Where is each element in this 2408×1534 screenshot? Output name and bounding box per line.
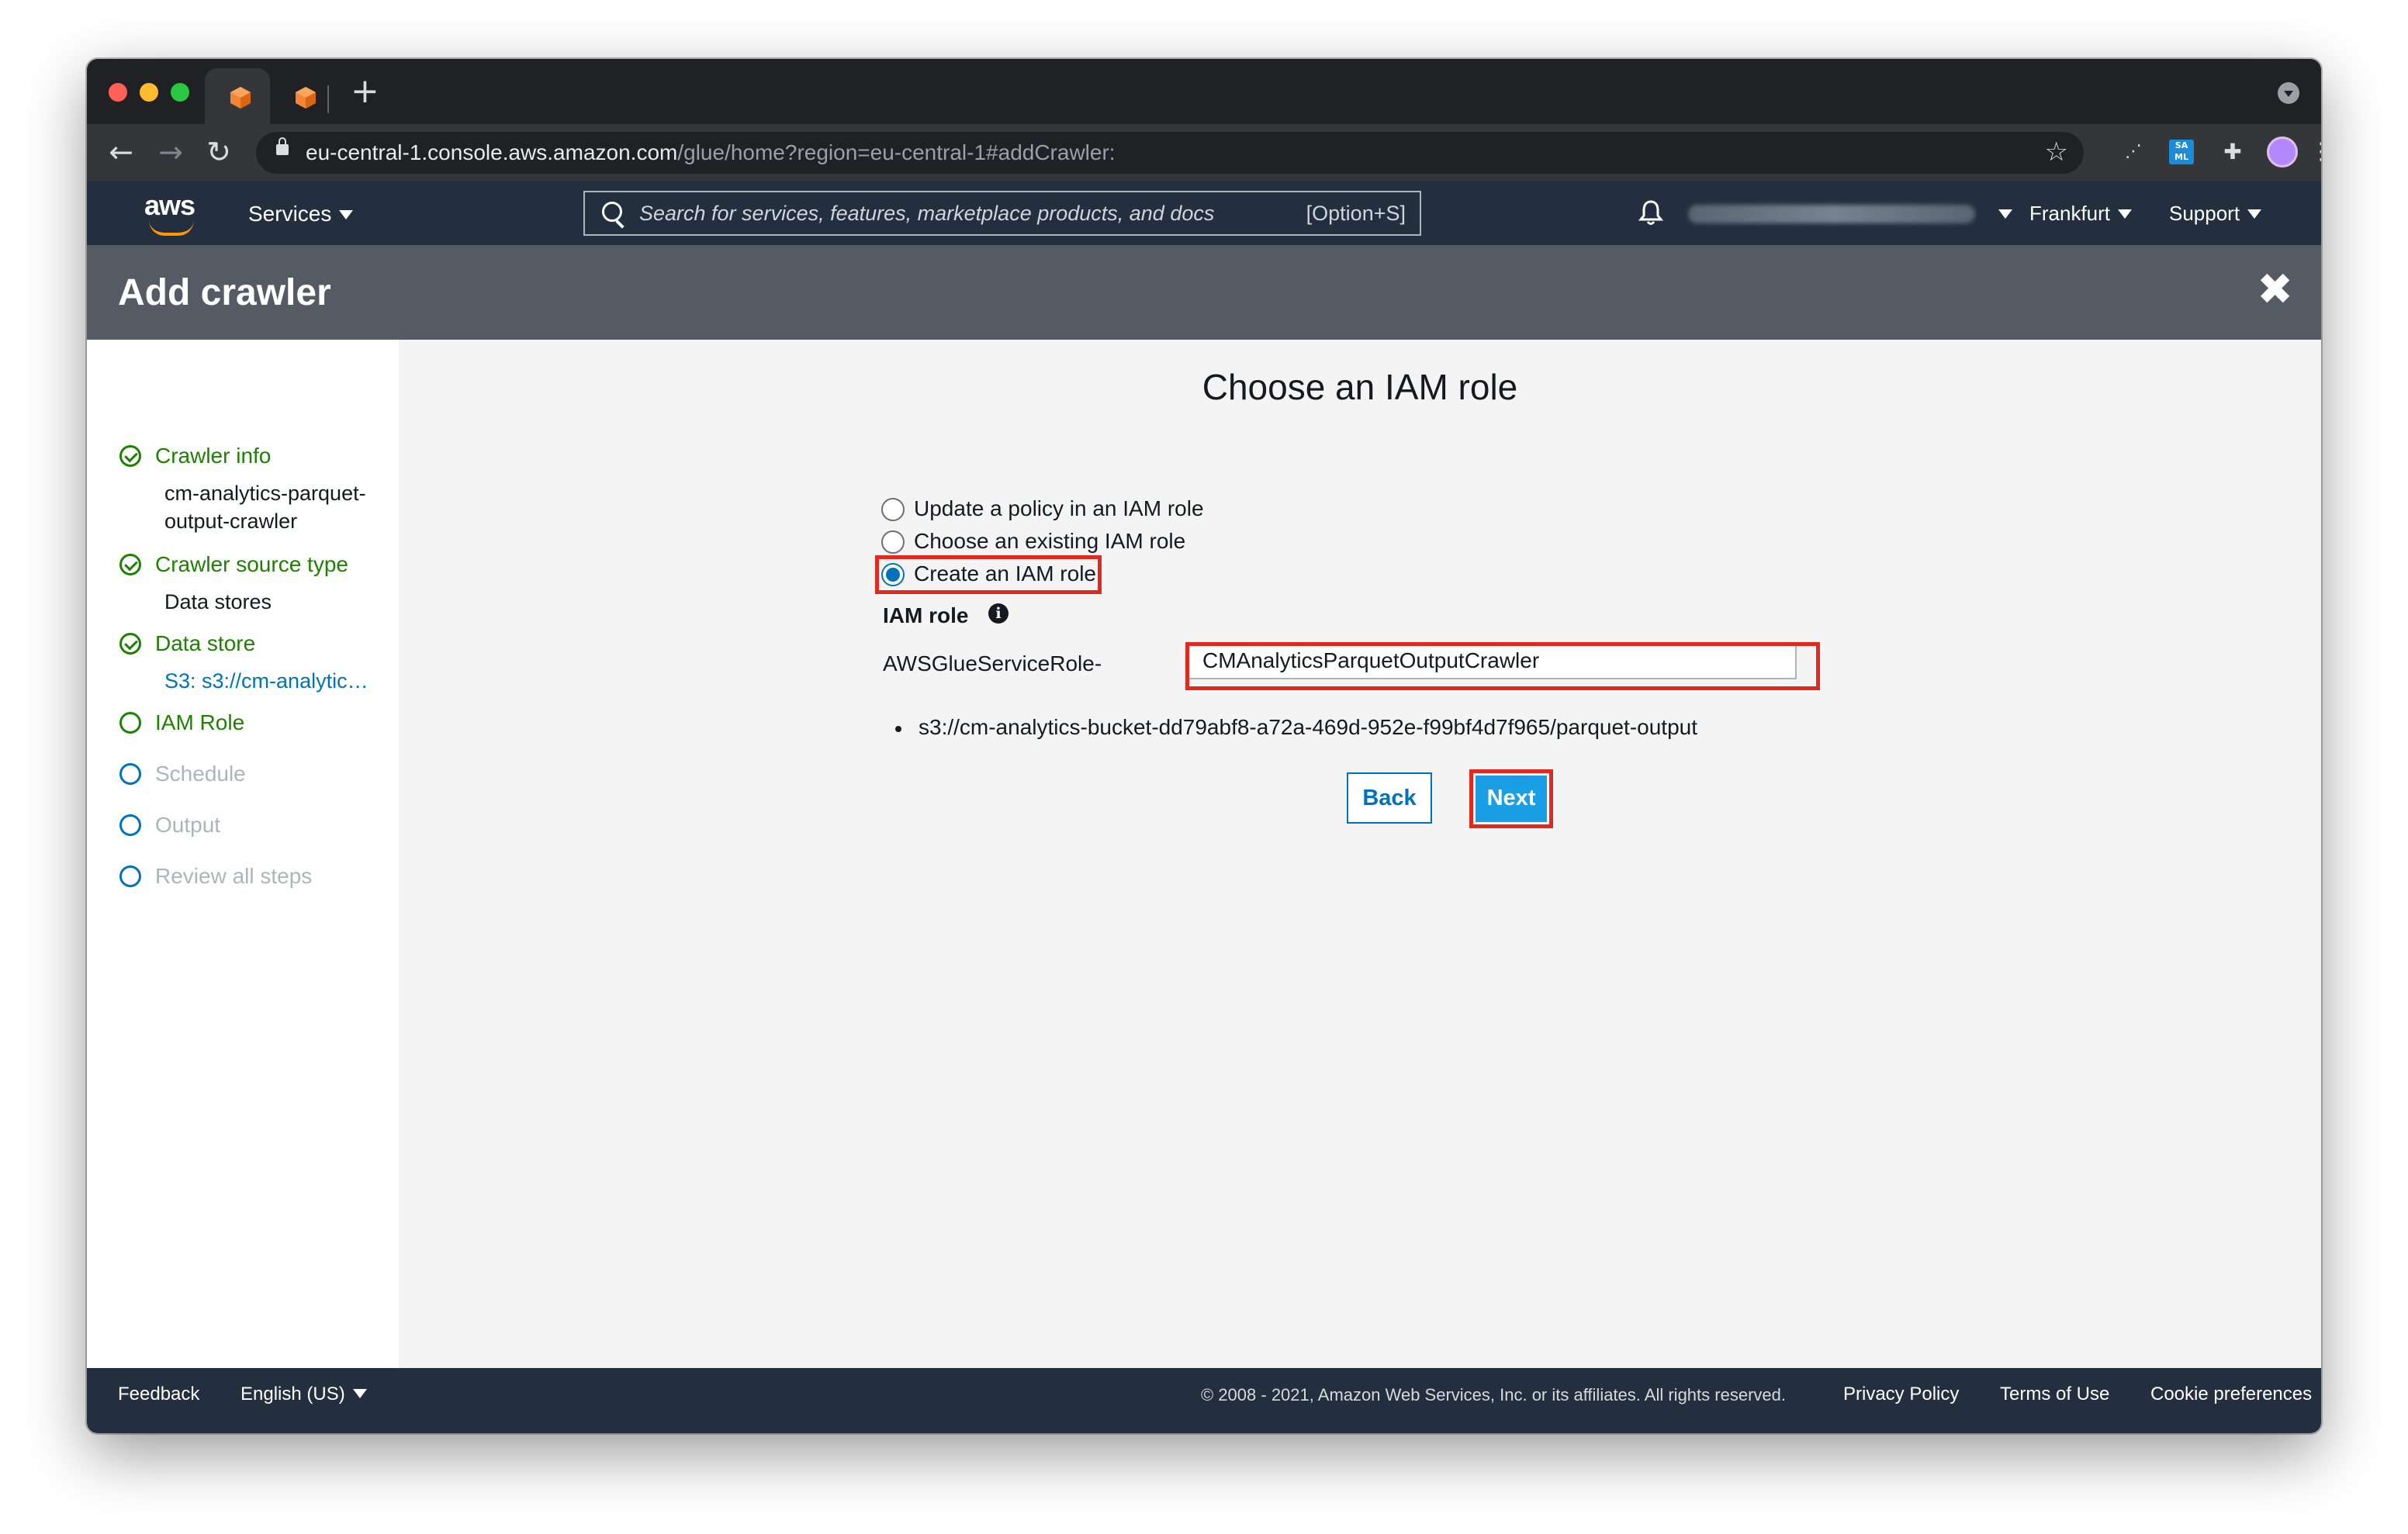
notifications-bell-icon[interactable] xyxy=(1638,199,1663,226)
wizard-steps-sidebar: Crawler info cm-analytics-parquet- outpu… xyxy=(87,340,399,1368)
close-window-button[interactable] xyxy=(109,83,127,102)
caret-down-icon xyxy=(339,210,354,219)
close-icon[interactable]: ✖ xyxy=(2257,267,2293,313)
bookmark-star-icon[interactable]: ☆ xyxy=(2045,136,2068,168)
back-arrow-icon[interactable]: ← xyxy=(104,135,138,169)
region-selector[interactable]: Frankfurt xyxy=(2029,202,2133,226)
saml-extension-icon[interactable]: SA ML xyxy=(2169,140,2194,164)
empty-circle-icon xyxy=(119,865,141,887)
wizard-header: Add crawler ✖ xyxy=(87,245,2321,340)
caret-down-icon xyxy=(2247,209,2262,219)
step-label: Crawler info xyxy=(155,444,272,468)
browser-menu-icon[interactable]: ⋮ xyxy=(2307,138,2321,166)
role-name-prefix: AWSGlueServiceRole- xyxy=(883,651,1102,675)
browser-tab[interactable] xyxy=(270,68,335,124)
forward-arrow-icon[interactable]: → xyxy=(154,135,188,169)
console-footer: Feedback English (US) © 2008 - 2021, Ama… xyxy=(87,1368,2321,1433)
option-label: Choose an existing IAM role xyxy=(914,529,1186,553)
annotation-highlight-role-input xyxy=(1185,642,1820,690)
step-label: Schedule xyxy=(155,762,246,786)
tab-separator xyxy=(327,85,329,113)
url-text: eu-central-1.console.aws.amazon.com/glue… xyxy=(306,141,1116,164)
check-circle-icon xyxy=(119,445,141,467)
feedback-link[interactable]: Feedback xyxy=(118,1384,199,1405)
step-label: Data store xyxy=(155,631,256,655)
region-label: Frankfurt xyxy=(2029,202,2111,225)
zoom-window-button[interactable] xyxy=(171,83,189,102)
aws-logo[interactable]: aws xyxy=(144,189,199,236)
iam-role-panel: Choose an IAM role Update a policy in an… xyxy=(399,340,2321,1368)
annotation-highlight-next xyxy=(1469,769,1553,828)
iam-role-label: IAM role xyxy=(883,603,969,627)
s3-path-text: s3://cm-analytics-bucket-dd79abf8-a72a-4… xyxy=(919,715,1697,739)
empty-circle-icon xyxy=(119,763,141,785)
step-label: IAM Role xyxy=(155,710,245,734)
caret-down-icon xyxy=(352,1389,367,1398)
option-label: Update a policy in an IAM role xyxy=(914,496,1204,520)
step-detail-source: Data stores xyxy=(164,590,272,613)
url-path: /glue/home?region=eu-central-1#addCrawle… xyxy=(677,140,1116,164)
radio-button[interactable] xyxy=(881,498,905,521)
step-label: Review all steps xyxy=(155,864,313,888)
profile-avatar[interactable] xyxy=(2267,136,2298,168)
account-name-redacted[interactable] xyxy=(1688,205,1975,223)
caret-down-icon xyxy=(2118,209,2133,219)
annotation-highlight-create-role xyxy=(875,555,1102,594)
search-placeholder: Search for services, features, marketpla… xyxy=(639,202,1215,225)
support-label: Support xyxy=(2169,202,2240,225)
new-tab-button[interactable]: + xyxy=(351,74,379,109)
services-menu[interactable]: Services xyxy=(248,202,354,226)
step-label: Output xyxy=(155,813,221,837)
aws-glue-favicon-icon xyxy=(230,87,251,109)
console-search-box[interactable]: Search for services, features, marketpla… xyxy=(583,191,1421,236)
aws-smile-icon xyxy=(149,220,194,236)
lock-icon xyxy=(276,137,289,155)
address-bar[interactable]: eu-central-1.console.aws.amazon.com/glue… xyxy=(256,132,2084,174)
search-icon xyxy=(602,202,622,222)
step-label: Crawler source type xyxy=(155,552,348,576)
puzzle-extensions-icon[interactable]: ✚ xyxy=(2219,138,2247,166)
back-button[interactable]: Back xyxy=(1347,772,1432,824)
page-title: Add crawler xyxy=(118,272,331,313)
browser-tab-active[interactable] xyxy=(205,68,270,124)
search-shortcut-hint: [Option+S] xyxy=(1306,202,1406,225)
browser-window: + ← → ↻ eu-central-1.console.aws.amazon.… xyxy=(87,59,2321,1433)
browser-tab-strip: + xyxy=(87,59,2321,124)
s3-path-list-item: s3://cm-analytics-bucket-dd79abf8-a72a-4… xyxy=(895,715,1697,740)
reload-icon[interactable]: ↻ xyxy=(202,135,236,169)
aws-favicon-icon xyxy=(296,87,316,109)
account-caret-icon[interactable] xyxy=(1998,209,2012,219)
copyright-text: © 2008 - 2021, Amazon Web Services, Inc.… xyxy=(1201,1385,1786,1404)
step-detail-crawler-name-cont: output-crawler xyxy=(164,510,298,533)
url-host: eu-central-1.console.aws.amazon.com xyxy=(306,140,678,164)
extension-icon[interactable]: ⋰ xyxy=(2119,138,2147,166)
language-selector[interactable]: English (US) xyxy=(240,1384,367,1405)
check-circle-icon xyxy=(119,554,141,575)
radio-button[interactable] xyxy=(881,530,905,554)
empty-circle-icon xyxy=(119,814,141,836)
privacy-policy-link[interactable]: Privacy Policy xyxy=(1843,1384,1959,1405)
step-detail-s3-link[interactable]: S3: s3://cm-analytic… xyxy=(164,667,368,695)
step-detail-crawler-name: cm-analytics-parquet- xyxy=(164,482,366,505)
minimize-window-button[interactable] xyxy=(140,83,158,102)
language-label: English (US) xyxy=(240,1384,345,1404)
terms-of-use-link[interactable]: Terms of Use xyxy=(2000,1384,2109,1405)
aws-logo-text: aws xyxy=(144,189,195,221)
cookie-preferences-link[interactable]: Cookie preferences xyxy=(2150,1384,2312,1405)
empty-circle-icon xyxy=(119,712,141,734)
browser-toolbar: ← → ↻ eu-central-1.console.aws.amazon.co… xyxy=(87,124,2321,181)
support-menu[interactable]: Support xyxy=(2169,202,2262,226)
services-label: Services xyxy=(248,202,332,226)
aws-console-nav: aws Services Search for services, featur… xyxy=(87,181,2321,245)
check-circle-icon xyxy=(119,633,141,655)
section-heading: Choose an IAM role xyxy=(1202,367,1518,407)
tab-search-icon[interactable] xyxy=(2278,82,2299,104)
info-icon[interactable]: i xyxy=(988,603,1009,624)
